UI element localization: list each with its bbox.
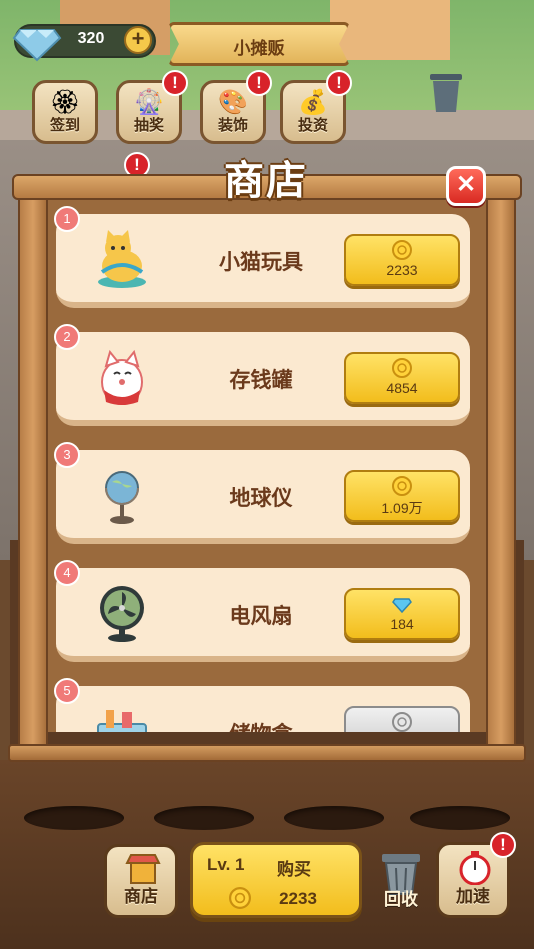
close-button[interactable]: ✕ — [446, 166, 486, 206]
shop-item-card[interactable]: 5 储物盒 — [54, 678, 470, 732]
coin-icon — [392, 358, 412, 378]
stage-title: 小摊贩 — [233, 39, 285, 59]
item-index: 2 — [54, 324, 80, 350]
item-name: 地球仪 — [229, 486, 293, 510]
slot-hole — [410, 806, 510, 830]
coin-icon — [392, 476, 412, 496]
lottery-label: 抽奖 — [133, 116, 164, 134]
item-name: 存钱罐 — [229, 368, 293, 392]
add-gems-button[interactable]: + — [124, 26, 152, 54]
lottery-alert-badge: ! — [162, 70, 188, 96]
trash-bin-icon — [430, 74, 462, 112]
frame-post-right — [486, 190, 516, 750]
shop-label: 商店 — [124, 887, 158, 907]
gem-count: 320 — [77, 30, 105, 47]
item-index: 3 — [54, 442, 80, 468]
level-label: Lv. 1 — [207, 855, 245, 874]
stopwatch-icon — [459, 851, 491, 885]
buy-item-button[interactable] — [344, 706, 460, 732]
buy-item-button[interactable]: 184 — [344, 588, 460, 640]
item-name: 储物盒 — [176, 718, 346, 732]
checkin-label: 签到 — [49, 116, 80, 134]
diamond-icon — [392, 598, 412, 614]
item-price: 4854 — [386, 380, 418, 396]
buy-item-button[interactable]: 2233 — [344, 234, 460, 286]
item-name: 小猫玩具 — [219, 250, 303, 274]
stamp-icon: 🏵 — [49, 88, 81, 116]
globe-icon — [105, 471, 139, 524]
shop-title: 商店 — [224, 158, 308, 204]
coin-icon — [392, 712, 412, 732]
storage-box-icon — [97, 710, 147, 732]
checkin-button[interactable]: 🏵 签到 — [32, 80, 98, 144]
item-index: 4 — [54, 560, 80, 586]
item-name: 电风扇 — [229, 604, 293, 628]
speed-up-label: 加速 — [456, 887, 490, 907]
slot-hole — [24, 806, 124, 830]
shop-item-list[interactable]: 1 小猫玩具 2233 2 存钱罐 4854 3 地球仪 1.09万 4 电风扇… — [44, 200, 490, 732]
decor-alert-badge: ! — [246, 70, 272, 96]
recycle-label: 回收 — [384, 890, 418, 910]
speed-up-alert-badge: ! — [490, 832, 516, 858]
coin-icon — [392, 240, 412, 260]
invest-icon: 💰 — [298, 88, 328, 116]
invest-alert-badge: ! — [326, 70, 352, 96]
frame-bottom-beam — [8, 744, 526, 762]
buy-button[interactable]: Lv. 1 购买 2233 — [190, 842, 362, 918]
shop-item-card[interactable]: 2 存钱罐 4854 — [54, 324, 470, 426]
recycle-button[interactable]: 回收 — [372, 852, 430, 918]
item-index: 1 — [54, 206, 80, 232]
decor-icon: 🎨 — [218, 88, 248, 116]
shop-stall-icon — [125, 854, 161, 884]
fan-icon — [100, 586, 144, 642]
slot-hole — [154, 806, 254, 830]
buy-item-button[interactable]: 4854 — [344, 352, 460, 404]
shop-item-card[interactable]: 3 地球仪 1.09万 — [54, 442, 470, 544]
item-index: 5 — [54, 678, 80, 704]
decor-label: 装饰 — [217, 116, 248, 134]
item-price: 2233 — [386, 262, 418, 278]
buy-item-button[interactable]: 1.09万 — [344, 470, 460, 522]
buy-label: 购买 — [277, 860, 311, 880]
shop-button[interactable]: 商店 — [104, 844, 178, 918]
invest-label: 投资 — [297, 116, 328, 134]
item-price: 184 — [390, 616, 414, 632]
diamond-icon — [12, 29, 62, 62]
slot-hole — [284, 806, 384, 830]
cat-toy-icon — [98, 230, 146, 288]
buy-cost: 2233 — [279, 889, 317, 908]
shop-item-card[interactable]: 4 电风扇 184 — [54, 560, 470, 662]
frame-post-left — [18, 190, 48, 750]
item-price: 1.09万 — [381, 500, 423, 516]
shop-item-card[interactable]: 1 小猫玩具 2233 — [54, 206, 470, 308]
piggy-bank-icon — [101, 349, 143, 405]
coin-icon — [229, 887, 251, 909]
wheel-icon: 🎡 — [134, 88, 164, 116]
